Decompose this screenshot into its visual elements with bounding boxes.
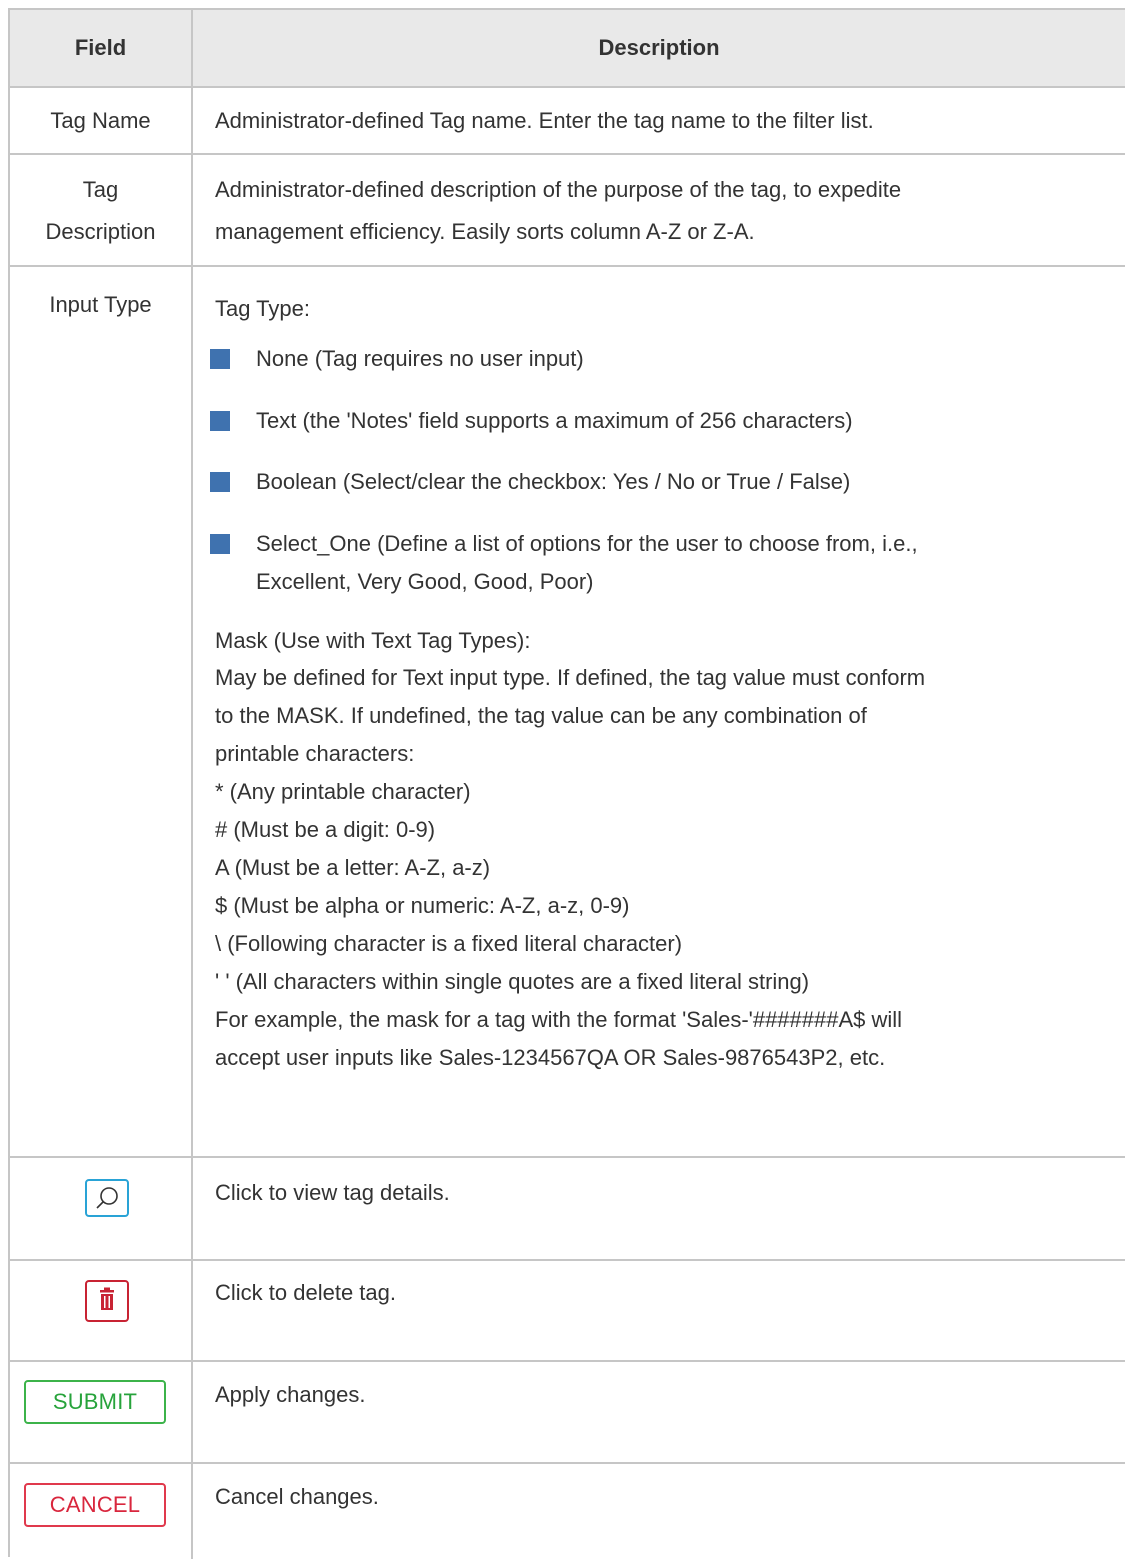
row-divider [10,1156,1125,1158]
field-description-table: Field Description Tag Name Administrator… [8,8,1125,1559]
list-item: None (Tag requires no user input) [256,346,584,371]
column-divider [191,10,193,1559]
row-divider [10,265,1125,267]
desc-search: Click to view tag details. [215,1180,450,1205]
mask-line: ' ' (All characters within single quotes… [215,969,810,994]
mask-line: to the MASK. If undefined, the tag value… [215,703,867,728]
desc-submit: Apply changes. [215,1382,366,1407]
mask-line: For example, the mask for a tag with the… [215,1007,903,1032]
tag-type-label: Tag Type: [215,296,310,321]
desc-cancel: Cancel changes. [215,1484,379,1509]
field-tag-description-line1: Tag [82,177,119,202]
row-divider [10,1360,1125,1362]
mask-line: printable characters: [215,741,415,766]
delete-button[interactable] [85,1280,129,1322]
list-item-continuation: Excellent, Very Good, Good, Poor) [256,569,594,594]
mask-line: * (Any printable character) [215,779,471,804]
desc-tag-description-line2: management efficiency. Easily sorts colu… [215,219,755,244]
search-icon [96,1187,118,1209]
row-divider [10,1462,1125,1464]
mask-line: A (Must be a letter: A-Z, a-z) [215,855,491,880]
list-item: Text (the 'Notes' field supports a maxim… [256,408,853,433]
desc-tag-description-line1: Administrator-defined description of the… [215,177,902,202]
header-field: Field [74,35,127,60]
mask-line: # (Must be a digit: 0-9) [215,817,436,842]
mask-line: May be defined for Text input type. If d… [215,665,926,690]
bullet-icon [210,349,230,369]
row-divider [10,153,1125,155]
field-tag-name: Tag Name [50,108,151,133]
mask-line: $ (Must be alpha or numeric: A-Z, a-z, 0… [215,893,630,918]
list-item: Boolean (Select/clear the checkbox: Yes … [256,469,851,494]
mask-line: accept user inputs like Sales-1234567QA … [215,1045,886,1070]
submit-button[interactable]: SUBMIT [24,1380,166,1424]
cancel-button[interactable]: CANCEL [24,1483,166,1527]
mask-line: \ (Following character is a fixed litera… [215,931,683,956]
bullet-icon [210,411,230,431]
header-description: Description [598,35,720,60]
field-tag-description-line2: Description [45,219,156,244]
desc-delete: Click to delete tag. [215,1280,396,1305]
row-divider [10,86,1125,88]
desc-tag-name: Administrator-defined Tag name. Enter th… [215,108,874,133]
search-button[interactable] [85,1179,129,1217]
field-input-type: Input Type [49,292,152,317]
bullet-icon [210,472,230,492]
trash-icon [100,1287,114,1310]
bullet-icon [210,534,230,554]
mask-title: Mask (Use with Text Tag Types): [215,628,531,653]
row-divider [10,1259,1125,1261]
list-item: Select_One (Define a list of options for… [256,531,918,556]
